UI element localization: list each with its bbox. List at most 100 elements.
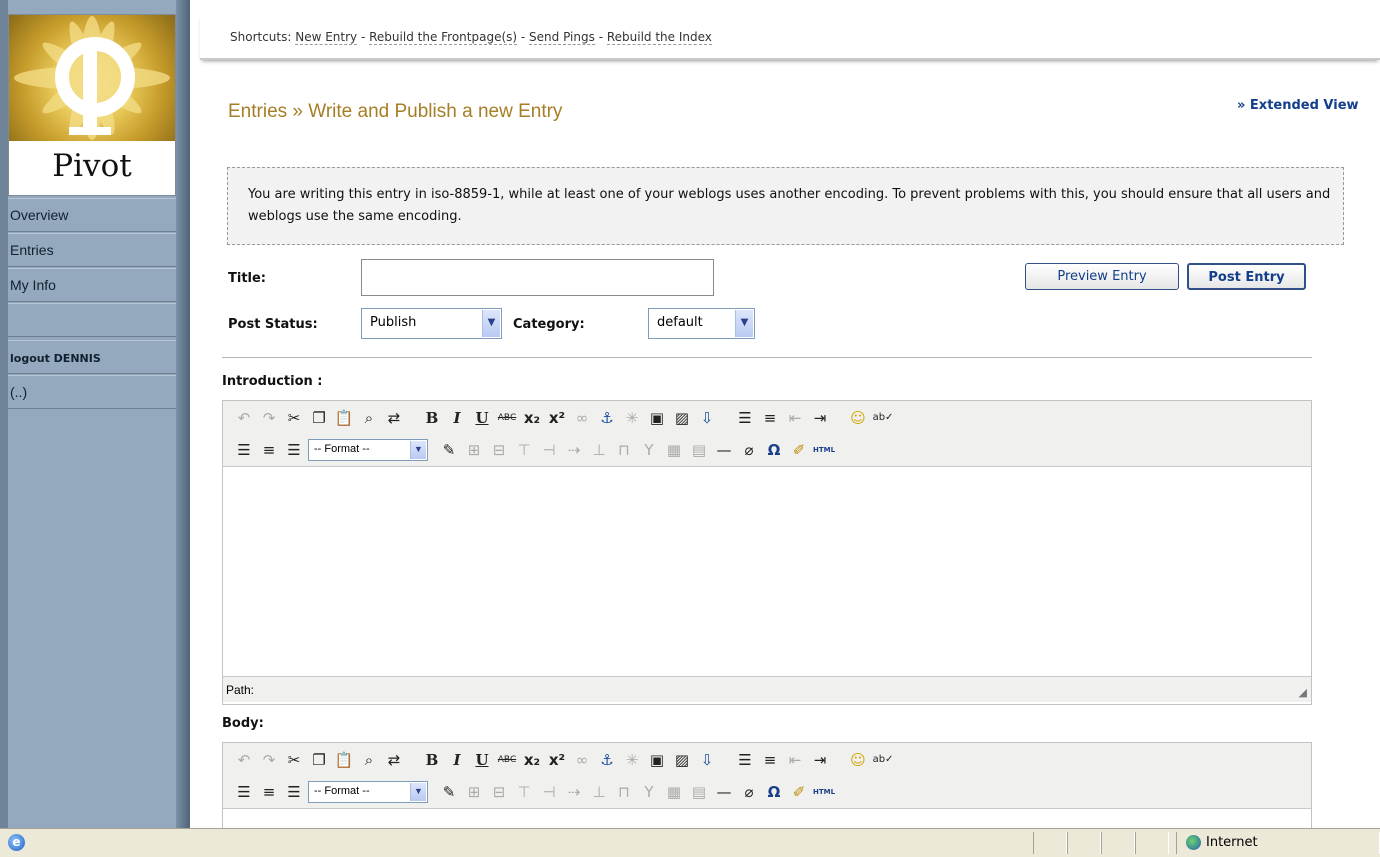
- copy-icon[interactable]: ❐: [308, 749, 330, 771]
- align-left-icon[interactable]: ☰: [233, 439, 255, 461]
- redo-icon[interactable]: ↷: [258, 749, 280, 771]
- extended-view-link[interactable]: » Extended View: [1237, 98, 1359, 113]
- cleanup-icon[interactable]: ✐: [788, 781, 810, 803]
- unlink-icon[interactable]: ✳: [621, 407, 643, 429]
- italic-icon[interactable]: I: [446, 749, 468, 771]
- introduction-text-area[interactable]: [223, 467, 1311, 676]
- spellcheck-icon[interactable]: ab✓: [872, 749, 894, 771]
- horizontal-rule-icon[interactable]: —: [713, 781, 735, 803]
- insert-col-icon[interactable]: ⊣: [538, 781, 560, 803]
- emoticon-icon[interactable]: ☺: [847, 749, 869, 771]
- title-input[interactable]: [361, 259, 714, 296]
- table-icon[interactable]: ⊞: [463, 439, 485, 461]
- sidebar-item-overview[interactable]: Overview: [8, 198, 176, 232]
- superscript-icon[interactable]: x²: [546, 749, 568, 771]
- insert-row-icon[interactable]: ⊤: [513, 439, 535, 461]
- superscript-icon[interactable]: x²: [546, 407, 568, 429]
- image-icon[interactable]: ▣: [646, 407, 668, 429]
- edit-icon[interactable]: ✎: [438, 439, 460, 461]
- remove-format-icon[interactable]: ⌀: [738, 781, 760, 803]
- table-row-icon[interactable]: ▤: [688, 439, 710, 461]
- horizontal-rule-icon[interactable]: —: [713, 439, 735, 461]
- spellcheck-icon[interactable]: ab✓: [872, 407, 894, 429]
- col-after-icon[interactable]: Y: [638, 781, 660, 803]
- sidebar-item-logout[interactable]: logout DENNIS: [8, 340, 176, 374]
- numbered-list-icon[interactable]: ≡: [759, 749, 781, 771]
- align-left-icon[interactable]: ☰: [233, 781, 255, 803]
- align-right-icon[interactable]: ☰: [283, 439, 305, 461]
- bold-icon[interactable]: B: [421, 749, 443, 771]
- cut-icon[interactable]: ✂: [283, 407, 305, 429]
- indent-icon[interactable]: ⇥: [809, 749, 831, 771]
- remove-format-icon[interactable]: ⌀: [738, 439, 760, 461]
- underline-icon[interactable]: U: [471, 749, 493, 771]
- shortcut-new-entry[interactable]: New Entry: [295, 30, 358, 45]
- omega-icon[interactable]: Ω: [763, 781, 785, 803]
- outdent-icon[interactable]: ⇤: [784, 749, 806, 771]
- insert-col-icon[interactable]: ⊣: [538, 439, 560, 461]
- cell-props-icon[interactable]: ▦: [663, 781, 685, 803]
- category-select[interactable]: default ▼: [648, 308, 755, 339]
- emoticon-icon[interactable]: ☺: [847, 407, 869, 429]
- numbered-list-icon[interactable]: ≡: [759, 407, 781, 429]
- bullet-list-icon[interactable]: ☰: [734, 749, 756, 771]
- image-popup-icon[interactable]: ▨: [671, 407, 693, 429]
- align-center-icon[interactable]: ≡: [258, 781, 280, 803]
- find-icon[interactable]: ⌕: [358, 749, 380, 771]
- merge-icon[interactable]: ⊥: [588, 781, 610, 803]
- col-after-icon[interactable]: Y: [638, 439, 660, 461]
- preview-entry-button[interactable]: Preview Entry: [1025, 263, 1179, 290]
- bold-icon[interactable]: B: [421, 407, 443, 429]
- format-select[interactable]: -- Format -- ▼: [308, 439, 428, 461]
- align-center-icon[interactable]: ≡: [258, 439, 280, 461]
- insert-file-icon[interactable]: ⇩: [696, 407, 718, 429]
- post-status-select[interactable]: Publish ▼: [361, 308, 502, 339]
- subscript-icon[interactable]: x₂: [521, 749, 543, 771]
- shortcut-rebuild-index[interactable]: Rebuild the Index: [606, 30, 712, 45]
- paste-icon[interactable]: 📋: [333, 407, 355, 429]
- cell-props-icon[interactable]: ▦: [663, 439, 685, 461]
- copy-icon[interactable]: ❐: [308, 407, 330, 429]
- merge-icon[interactable]: ⊥: [588, 439, 610, 461]
- resize-handle-icon[interactable]: ◢: [1299, 686, 1307, 699]
- format-select[interactable]: -- Format -- ▼: [308, 781, 428, 803]
- shortcut-send-pings[interactable]: Send Pings: [529, 30, 595, 45]
- sidebar-item-entries[interactable]: Entries: [8, 233, 176, 267]
- replace-icon[interactable]: ⇄: [383, 749, 405, 771]
- subscript-icon[interactable]: x₂: [521, 407, 543, 429]
- strikethrough-icon[interactable]: ABC: [496, 407, 518, 429]
- anchor-icon[interactable]: ⚓: [596, 407, 618, 429]
- bullet-list-icon[interactable]: ☰: [734, 407, 756, 429]
- pivot-logo[interactable]: Pivot: [8, 14, 176, 196]
- cleanup-icon[interactable]: ✐: [788, 439, 810, 461]
- image-popup-icon[interactable]: ▨: [671, 749, 693, 771]
- anchor-icon[interactable]: ⚓: [596, 749, 618, 771]
- link-icon[interactable]: ∞: [571, 749, 593, 771]
- sidebar-item-my-info[interactable]: My Info: [8, 268, 176, 302]
- col-before-icon[interactable]: ⊓: [613, 781, 635, 803]
- html-icon[interactable]: HTML: [813, 439, 835, 461]
- shortcut-rebuild-frontpages[interactable]: Rebuild the Frontpage(s): [369, 30, 518, 45]
- indent-icon[interactable]: ⇥: [809, 407, 831, 429]
- link-icon[interactable]: ∞: [571, 407, 593, 429]
- table-row-icon[interactable]: ▤: [688, 781, 710, 803]
- redo-icon[interactable]: ↷: [258, 407, 280, 429]
- insert-row-icon[interactable]: ⊤: [513, 781, 535, 803]
- edit-icon[interactable]: ✎: [438, 781, 460, 803]
- html-icon[interactable]: HTML: [813, 781, 835, 803]
- image-icon[interactable]: ▣: [646, 749, 668, 771]
- italic-icon[interactable]: I: [446, 407, 468, 429]
- replace-icon[interactable]: ⇄: [383, 407, 405, 429]
- unlink-icon[interactable]: ✳: [621, 749, 643, 771]
- outdent-icon[interactable]: ⇤: [784, 407, 806, 429]
- find-icon[interactable]: ⌕: [358, 407, 380, 429]
- col-before-icon[interactable]: ⊓: [613, 439, 635, 461]
- split-icon[interactable]: ⇢: [563, 439, 585, 461]
- align-right-icon[interactable]: ☰: [283, 781, 305, 803]
- omega-icon[interactable]: Ω: [763, 439, 785, 461]
- table-props-icon[interactable]: ⊟: [488, 781, 510, 803]
- split-icon[interactable]: ⇢: [563, 781, 585, 803]
- table-props-icon[interactable]: ⊟: [488, 439, 510, 461]
- sidebar-item-parent[interactable]: (..): [8, 375, 176, 409]
- post-entry-button[interactable]: Post Entry: [1187, 263, 1306, 290]
